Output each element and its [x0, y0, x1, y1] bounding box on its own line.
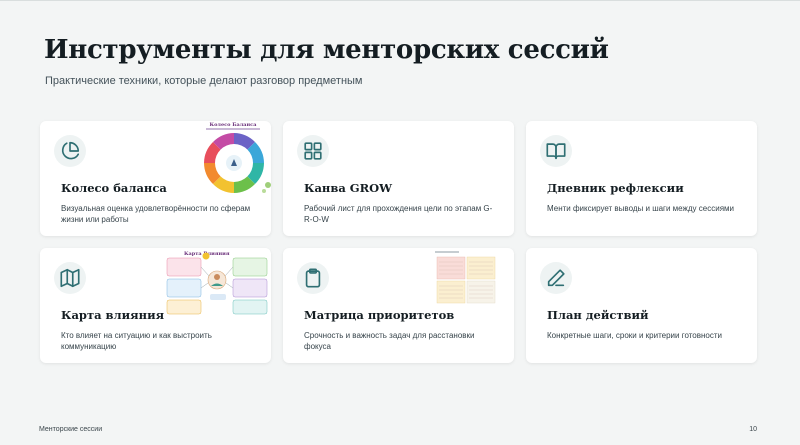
pen-icon [540, 262, 572, 294]
footer-label: Менторские сессии [39, 426, 103, 433]
card-title: Колесо баланса [61, 181, 167, 195]
clipboard-icon [297, 262, 329, 294]
tool-card-action-plan[interactable]: План действий Конкретные шаги, сроки и к… [526, 248, 757, 363]
influence-map-thumbnail: Карта Влияния [164, 248, 270, 316]
grid-icon [297, 135, 329, 167]
card-description: Кто влияет на ситуацию и как выстроить к… [61, 331, 212, 351]
balance-wheel-thumb-title: Колесо Баланса [210, 122, 258, 128]
card-title: План действий [547, 308, 649, 322]
tool-card-priority-matrix[interactable]: Матрица приоритетов Срочность и важность… [283, 248, 514, 363]
priority-matrix-thumbnail [433, 250, 499, 308]
page-number: 10 [749, 426, 757, 433]
card-description: Рабочий лист для прохождения цели по эта… [304, 204, 493, 224]
slide: Инструменты для менторских сессий Практи… [0, 0, 800, 445]
book-icon [540, 135, 572, 167]
card-description: Срочность и важность задач для расстанов… [304, 331, 475, 351]
card-title: Матрица приоритетов [304, 308, 455, 322]
tool-card-balance-wheel[interactable]: Колесо Баланса Колесо баланса Визуальная… [40, 121, 271, 236]
card-description: Конкретные шаги, сроки и критерии готовн… [547, 331, 722, 340]
balance-wheel-thumbnail: Колесо Баланса [202, 121, 271, 193]
card-description: Визуальная оценка удовлетворённости по с… [61, 204, 251, 224]
card-description: Менти фиксирует выводы и шаги между сесс… [547, 204, 734, 213]
card-title: Карта влияния [61, 308, 165, 322]
page-subtitle: Практические техники, которые делают раз… [45, 75, 363, 87]
tool-card-reflection-diary[interactable]: Дневник рефлексии Менти фиксирует выводы… [526, 121, 757, 236]
page-title: Инструменты для менторских сессий [44, 35, 609, 65]
card-title: Канва GROW [304, 181, 393, 195]
card-title: Дневник рефлексии [547, 181, 684, 195]
tool-card-influence-map[interactable]: Карта Влияния Карта влияния Кто влияет н… [40, 248, 271, 363]
tool-card-grow-canvas[interactable]: Канва GROW Рабочий лист для прохождения … [283, 121, 514, 236]
pie-chart-icon [54, 135, 86, 167]
map-icon [54, 262, 86, 294]
tools-grid: Колесо Баланса Колесо баланса Визуальная… [40, 121, 757, 363]
